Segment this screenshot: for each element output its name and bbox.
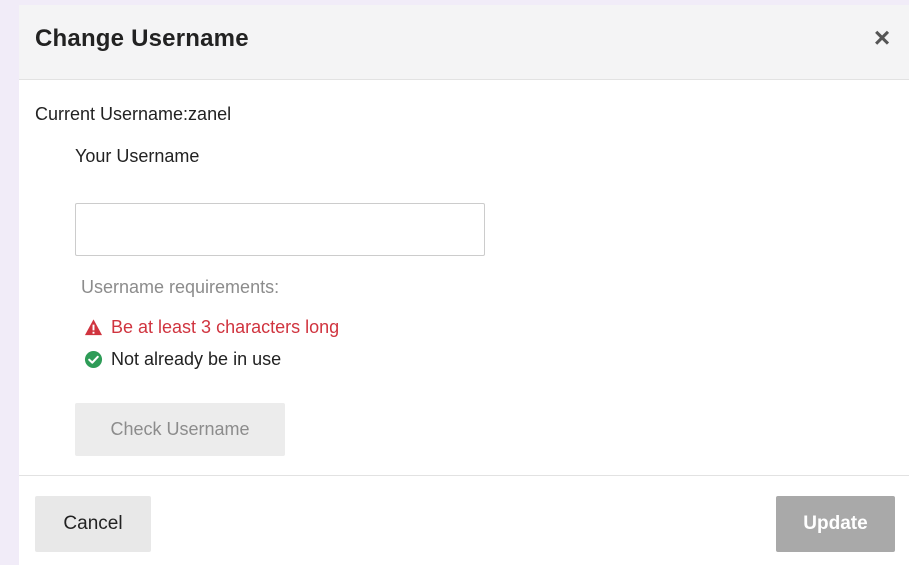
username-field-label: Your Username [75, 146, 200, 166]
dialog-header: Change Username × [19, 5, 909, 80]
change-username-dialog: Change Username × Current Username:zanel… [19, 5, 909, 565]
update-button[interactable]: Update [776, 496, 895, 552]
requirement-min-length: Be at least 3 characters long [84, 317, 339, 338]
requirement-label: Be at least 3 characters long [111, 317, 340, 337]
close-icon[interactable]: × [869, 23, 895, 53]
username-input[interactable] [75, 203, 485, 256]
dialog-title: Change Username [35, 25, 249, 52]
warning-icon [84, 319, 103, 336]
requirement-not-in-use: Not already be in use [84, 349, 281, 370]
footer-divider [19, 475, 909, 476]
current-username-text: Current Username:zanel [35, 104, 232, 124]
cancel-button[interactable]: Cancel [35, 496, 151, 552]
check-username-button[interactable]: Check Username [75, 403, 285, 456]
requirement-label: Not already be in use [111, 349, 282, 369]
requirements-title: Username requirements: [81, 277, 280, 297]
check-circle-icon [84, 350, 103, 369]
